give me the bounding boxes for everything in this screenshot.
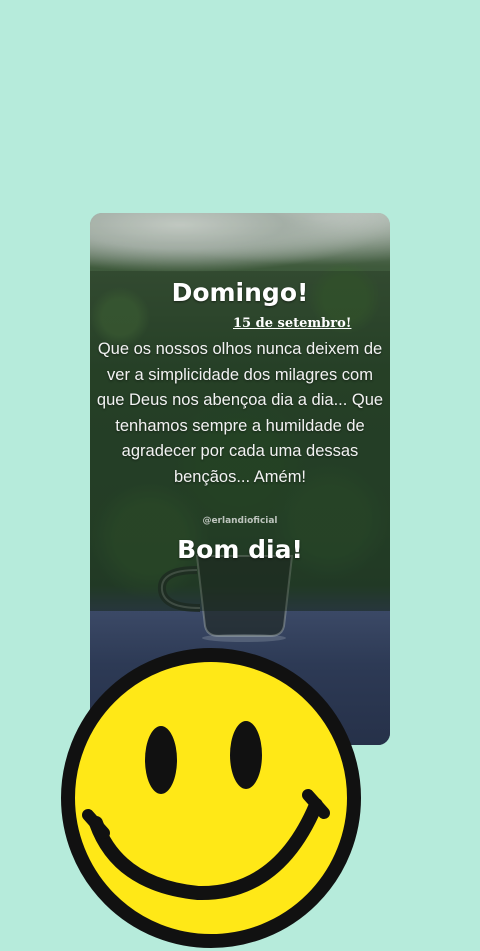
author-handle: @erlandioficial (202, 516, 278, 526)
card-date: 15 de setembro! (233, 316, 352, 331)
smiley-face-icon (61, 648, 361, 948)
card-title: Domingo! (171, 278, 309, 307)
card-message: Que os nossos olhos nunca deixem de ver … (96, 340, 384, 486)
greeting-text: Bom dia! (177, 535, 303, 564)
